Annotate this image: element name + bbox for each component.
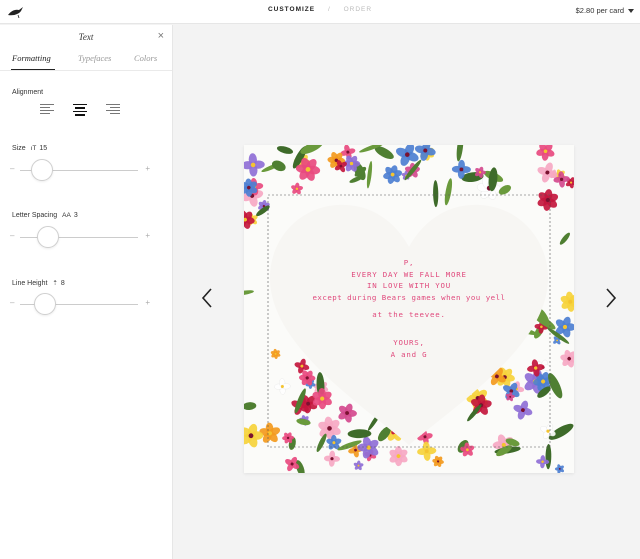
- tab-colors[interactable]: Colors: [134, 53, 157, 63]
- alignment-label: Alignment: [12, 89, 44, 96]
- line-height-slider-knob[interactable]: [34, 293, 56, 315]
- panel-title: Text: [78, 32, 94, 42]
- chevron-right-icon[interactable]: [604, 287, 618, 309]
- card-line-4[interactable]: except during Bears games when you yell: [244, 292, 574, 304]
- font-size-icon: ıT: [30, 145, 37, 152]
- chevron-left-icon[interactable]: [200, 287, 214, 309]
- line-height-slider[interactable]: – +: [10, 293, 150, 315]
- size-value: 15: [39, 145, 48, 152]
- tab-typefaces[interactable]: Typefaces: [78, 53, 111, 63]
- size-slider[interactable]: – +: [10, 159, 150, 181]
- line-height-icon: ⇡: [52, 280, 58, 287]
- step-order[interactable]: ORDER: [344, 6, 372, 13]
- tab-formatting[interactable]: Formatting: [12, 53, 51, 63]
- letter-spacing-decrease-icon[interactable]: –: [10, 231, 14, 240]
- letter-spacing-slider[interactable]: – +: [10, 226, 150, 248]
- size-row-label: Size ıT 15: [12, 145, 47, 152]
- text-formatting-panel: Text × Formatting Typefaces Colors Align…: [0, 25, 173, 559]
- caret-down-icon: [628, 9, 634, 14]
- card-line-1[interactable]: P,: [244, 257, 574, 269]
- line-height-value: 8: [60, 280, 65, 287]
- card-line-7[interactable]: A and G: [244, 349, 574, 361]
- size-slider-knob[interactable]: [31, 159, 53, 181]
- progress-steps: CUSTOMIZE / ORDER: [0, 6, 640, 13]
- align-center-icon[interactable]: [73, 104, 89, 118]
- letter-spacing-icon: AA: [62, 212, 71, 219]
- price-label: $2.80 per card: [575, 6, 624, 15]
- size-decrease-icon[interactable]: –: [10, 164, 14, 173]
- size-label: Size: [12, 145, 26, 152]
- line-height-row-label: Line Height ⇡ 8: [12, 279, 65, 287]
- size-increase-icon[interactable]: +: [145, 164, 150, 173]
- card-preview-canvas: P, EVERY DAY WE FALL MORE IN LOVE WITH Y…: [174, 25, 640, 559]
- tabs-divider: [0, 70, 172, 71]
- close-icon[interactable]: ×: [158, 30, 164, 42]
- letter-spacing-increase-icon[interactable]: +: [145, 231, 150, 240]
- line-height-increase-icon[interactable]: +: [145, 298, 150, 307]
- card-line-2[interactable]: EVERY DAY WE FALL MORE: [244, 269, 574, 281]
- card-line-5[interactable]: at the teevee.: [244, 309, 574, 321]
- align-right-icon[interactable]: [106, 104, 122, 118]
- card-line-3[interactable]: IN LOVE WITH YOU: [244, 280, 574, 292]
- step-separator: /: [327, 6, 331, 13]
- price-dropdown[interactable]: $2.80 per card: [576, 6, 634, 15]
- letter-spacing-label: Letter Spacing: [12, 212, 58, 219]
- align-left-icon[interactable]: [40, 104, 56, 118]
- letter-spacing-row-label: Letter Spacing AA 3: [12, 212, 78, 219]
- line-height-label: Line Height: [12, 280, 48, 287]
- card-line-6[interactable]: YOURS,: [244, 337, 574, 349]
- top-bar: CUSTOMIZE / ORDER $2.80 per card: [0, 0, 640, 24]
- letter-spacing-slider-knob[interactable]: [37, 226, 59, 248]
- greeting-card: P, EVERY DAY WE FALL MORE IN LOVE WITH Y…: [244, 145, 574, 473]
- line-height-decrease-icon[interactable]: –: [10, 298, 14, 307]
- step-customize[interactable]: CUSTOMIZE: [268, 6, 315, 13]
- letter-spacing-value: 3: [73, 212, 78, 219]
